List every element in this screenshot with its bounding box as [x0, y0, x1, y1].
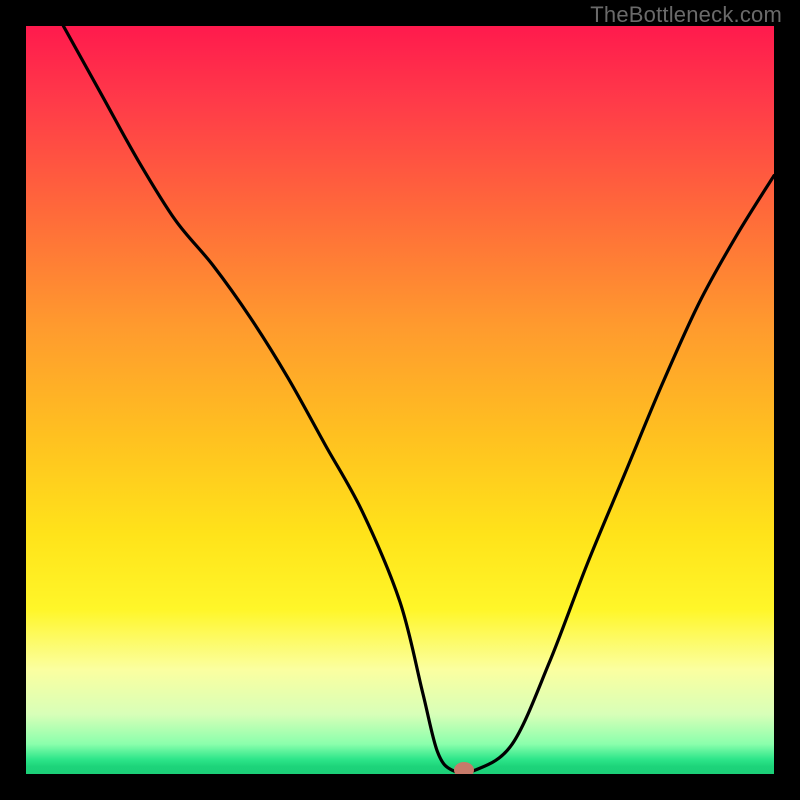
optimum-marker [454, 762, 474, 774]
chart-frame: TheBottleneck.com [0, 0, 800, 800]
watermark-text: TheBottleneck.com [590, 2, 782, 28]
bottleneck-curve [26, 26, 774, 774]
plot-area [26, 26, 774, 774]
